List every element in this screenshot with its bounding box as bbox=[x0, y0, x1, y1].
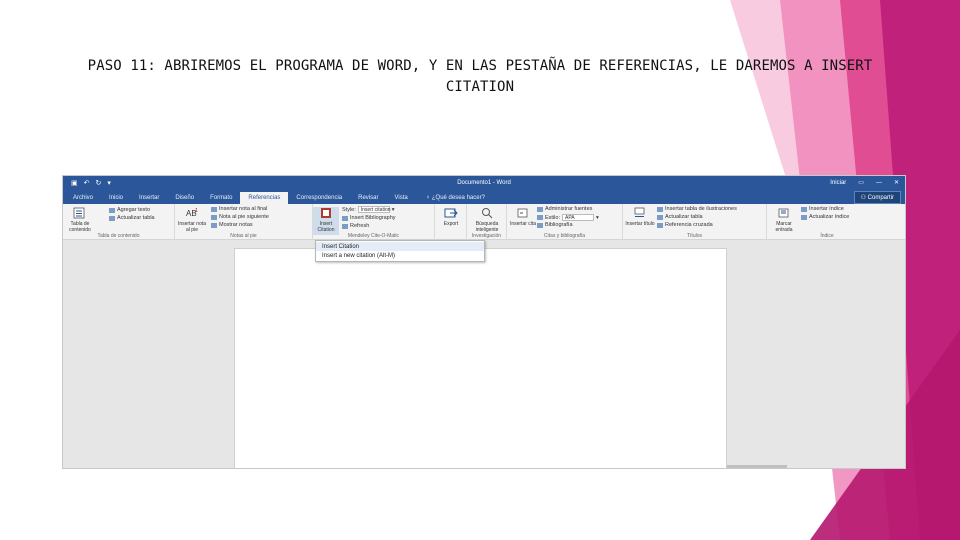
tab-correspondencia[interactable]: Correspondencia bbox=[288, 192, 350, 204]
group-footnotes: AB 1 Insertar nota al pie Insertar nota a… bbox=[175, 204, 313, 240]
sign-in-link[interactable]: Iniciar bbox=[830, 180, 846, 186]
person-icon: ⚇ bbox=[860, 195, 868, 201]
update-icon bbox=[109, 215, 115, 221]
update-icon bbox=[657, 214, 663, 220]
tab-diseno[interactable]: Diseño bbox=[167, 192, 202, 204]
endnote-icon bbox=[211, 206, 217, 212]
close-icon[interactable]: ✕ bbox=[894, 179, 899, 186]
cross-reference-button[interactable]: Referencia cruzada bbox=[657, 222, 713, 228]
bibliography-style-value[interactable]: APA bbox=[561, 214, 594, 221]
chevron-down-icon: ▾ bbox=[595, 214, 599, 221]
citation-style-selector[interactable]: Style: Insert citation ▾ bbox=[342, 206, 395, 213]
group-label: Notas al pie bbox=[230, 233, 257, 239]
insert-citation-icon bbox=[517, 208, 528, 218]
tab-vista[interactable]: Vista bbox=[386, 192, 415, 204]
bibliography-style-selector[interactable]: Estilo: APA ▾ bbox=[537, 214, 599, 221]
insert-citation-button[interactable]: Insert Citation bbox=[313, 207, 339, 235]
group-label: Mendeley Cite-O-Matic bbox=[347, 233, 400, 239]
bibliography-button[interactable]: Bibliografía bbox=[537, 222, 573, 228]
menu-item-insert-citation[interactable]: Insert Citation bbox=[316, 242, 484, 251]
export-button[interactable]: Export bbox=[436, 207, 466, 227]
update-index-button[interactable]: Actualizar índice bbox=[801, 214, 849, 220]
bibliography-icon bbox=[342, 215, 348, 221]
tab-revisar[interactable]: Revisar bbox=[350, 192, 386, 204]
word-window: ▣ ↶ ↻ ▾ Documento1 - Word Iniciar ▭ — ✕ … bbox=[62, 175, 906, 469]
citation-style-value[interactable]: Insert citation bbox=[357, 206, 391, 213]
insert-endnote-button[interactable]: Insertar nota al final bbox=[211, 206, 267, 212]
cross-reference-icon bbox=[657, 222, 663, 228]
add-text-icon bbox=[109, 207, 115, 213]
group-label: Investigación bbox=[471, 233, 502, 239]
group-research: Búsqueda inteligente Investigación bbox=[467, 204, 507, 240]
citation-icon bbox=[321, 208, 331, 218]
update-figures-table-button[interactable]: Actualizar tabla bbox=[657, 214, 703, 220]
search-icon bbox=[482, 208, 493, 219]
title-bar: ▣ ↶ ↻ ▾ Documento1 - Word Iniciar ▭ — ✕ bbox=[63, 176, 905, 190]
style-icon bbox=[537, 215, 543, 220]
status-indicator bbox=[727, 465, 787, 468]
group-citations-plugin: Insert Citation Style: Insert citation ▾ I… bbox=[313, 204, 435, 240]
update-icon bbox=[801, 214, 807, 220]
caption-icon bbox=[634, 207, 645, 217]
chevron-down-icon: ▾ bbox=[391, 206, 395, 213]
tab-formato[interactable]: Formato bbox=[202, 192, 240, 204]
insert-citation-dropdown: Insert Citation Insert a new citation (A… bbox=[315, 240, 485, 262]
tab-insertar[interactable]: Insertar bbox=[131, 192, 167, 204]
show-notes-button[interactable]: Mostrar notas bbox=[211, 222, 253, 228]
group-citations-bibliography: Insertar cita Administrar fuentes Estilo… bbox=[507, 204, 623, 240]
insert-bibliography-button[interactable]: Insert Bibliography bbox=[342, 215, 396, 221]
export-icon bbox=[444, 208, 458, 218]
manage-sources-icon bbox=[537, 206, 543, 212]
insert-cite-button[interactable]: Insertar cita bbox=[508, 207, 538, 227]
add-text-button[interactable]: Agregar texto bbox=[109, 207, 150, 213]
smart-lookup-button[interactable]: Búsqueda inteligente bbox=[472, 207, 502, 233]
group-table-of-contents: Tabla de contenido Agregar texto Actuali… bbox=[63, 204, 175, 240]
toc-button[interactable]: Tabla de contenido bbox=[65, 207, 95, 233]
document-canvas bbox=[63, 240, 905, 468]
update-table-button[interactable]: Actualizar tabla bbox=[109, 215, 155, 221]
svg-text:1: 1 bbox=[195, 208, 198, 214]
refresh-icon bbox=[342, 223, 348, 229]
bibliography-list-icon bbox=[537, 222, 543, 228]
menu-item-insert-new-citation[interactable]: Insert a new citation (Alt-M) bbox=[316, 251, 484, 260]
next-footnote-icon bbox=[211, 214, 217, 220]
mark-entry-button[interactable]: Marcar entrada bbox=[769, 207, 799, 233]
group-captions: Insertar título Insertar tabla de ilustr… bbox=[623, 204, 767, 240]
share-button[interactable]: ⚇ Compartir bbox=[853, 191, 901, 204]
index-icon bbox=[801, 206, 807, 212]
group-export: Export bbox=[435, 204, 467, 240]
refresh-button[interactable]: Refresh bbox=[342, 223, 369, 229]
tab-archivo[interactable]: Archivo bbox=[65, 192, 101, 204]
next-footnote-button[interactable]: Nota al pie siguiente bbox=[211, 214, 269, 220]
minimize-icon[interactable]: — bbox=[876, 180, 882, 186]
figures-icon bbox=[657, 206, 663, 212]
restore-icon[interactable]: ▭ bbox=[858, 179, 864, 186]
group-label: Índice bbox=[820, 233, 834, 239]
toc-icon bbox=[73, 207, 85, 219]
slide-title: PASO 11: ABRIREMOS EL PROGRAMA DE WORD, … bbox=[87, 58, 873, 95]
group-label: Tabla de contenido bbox=[97, 233, 140, 239]
document-page[interactable] bbox=[234, 248, 727, 468]
tab-inicio[interactable]: Inicio bbox=[101, 192, 131, 204]
insert-caption-button[interactable]: Insertar título bbox=[625, 207, 655, 227]
group-index: Marcar entrada Insertar índice Actualiza… bbox=[767, 204, 887, 240]
mark-entry-icon bbox=[778, 208, 789, 218]
ribbon-tabs: Archivo Inicio Insertar Diseño Formato R… bbox=[63, 190, 905, 204]
document-title: Documento1 - Word bbox=[457, 180, 511, 186]
group-label: Citas y bibliografía bbox=[543, 233, 586, 239]
tab-referencias[interactable]: Referencias bbox=[240, 192, 289, 204]
ribbon: Tabla de contenido Agregar texto Actuali… bbox=[63, 204, 905, 240]
show-notes-icon bbox=[211, 222, 217, 228]
tell-me-box[interactable]: ♀ ¿Qué desea hacer? bbox=[426, 192, 485, 204]
group-label: Títulos bbox=[686, 233, 702, 239]
footnote-icon: AB1 bbox=[186, 208, 198, 218]
manage-sources-button[interactable]: Administrar fuentes bbox=[537, 206, 592, 212]
insert-index-button[interactable]: Insertar índice bbox=[801, 206, 844, 212]
insert-table-of-figures-button[interactable]: Insertar tabla de ilustraciones bbox=[657, 206, 737, 212]
insert-footnote-button[interactable]: AB 1 Insertar nota al pie bbox=[177, 207, 207, 233]
